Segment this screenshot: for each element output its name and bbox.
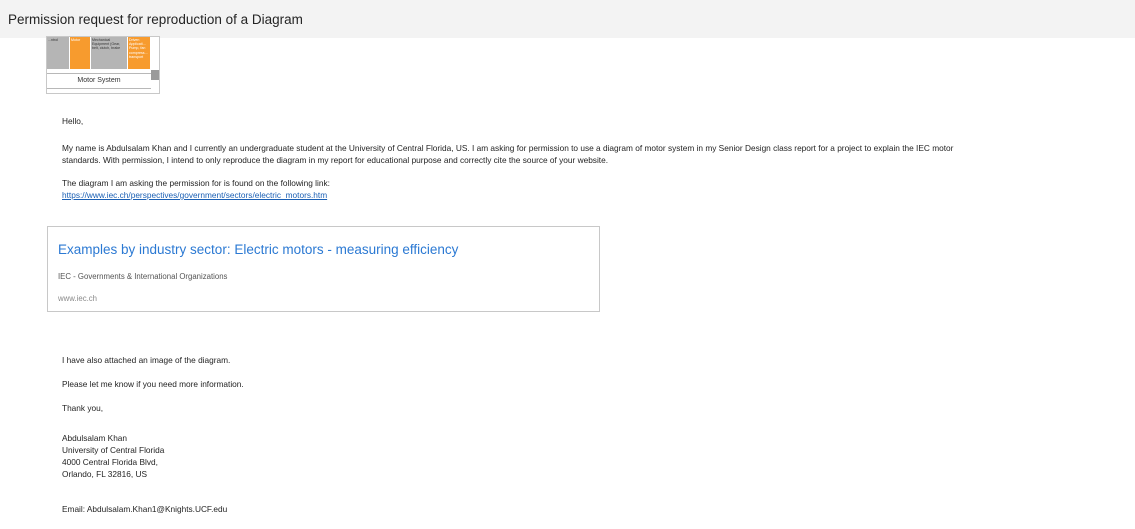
link-preview-title[interactable]: Examples by industry sector: Electric mo… <box>58 242 458 257</box>
subject-bar: Permission request for reproduction of a… <box>0 0 1135 38</box>
body-paragraph-line: standards. With permission, I intend to … <box>62 155 609 165</box>
body-paragraph: The diagram I am asking the permission f… <box>62 178 330 188</box>
greeting: Hello, <box>62 116 84 126</box>
thumbnail-cell: ...ntrol <box>47 37 69 69</box>
body-paragraph-line: My name is Abdulsalam Khan and I current… <box>62 143 954 153</box>
thumbnail-cell: Motor <box>70 37 90 69</box>
link-preview-site: IEC - Governments & International Organi… <box>58 272 228 281</box>
source-link[interactable]: https://www.iec.ch/perspectives/governme… <box>62 190 327 200</box>
thumbnail-cell: Driven Applicati... Pump, fan compress..… <box>128 37 150 69</box>
thumbnail-scroll-marker <box>151 70 159 80</box>
link-preview-domain: www.iec.ch <box>58 294 97 303</box>
body-paragraph: I have also attached an image of the dia… <box>62 355 231 365</box>
signature-name: Abdulsalam Khan <box>62 433 128 443</box>
thumbnail-cell: Mechanical Equipment (Gear, belt, clutch… <box>91 37 127 69</box>
signature-email: Email: Abdulsalam.Khan1@Knights.UCF.edu <box>62 504 228 514</box>
body-paragraph: Please let me know if you need more info… <box>62 379 244 389</box>
signature-city: Orlando, FL 32816, US <box>62 469 148 479</box>
signature-street: 4000 Central Florida Blvd, <box>62 457 158 467</box>
email-subject: Permission request for reproduction of a… <box>8 12 303 27</box>
link-preview-card[interactable]: Examples by industry sector: Electric mo… <box>47 226 600 312</box>
thumbnail-caption: Motor System <box>47 73 151 89</box>
diagram-thumbnail-image[interactable]: ...ntrol Motor Mechanical Equipment (Gea… <box>46 36 160 94</box>
signature-org: University of Central Florida <box>62 445 165 455</box>
closing: Thank you, <box>62 403 104 413</box>
